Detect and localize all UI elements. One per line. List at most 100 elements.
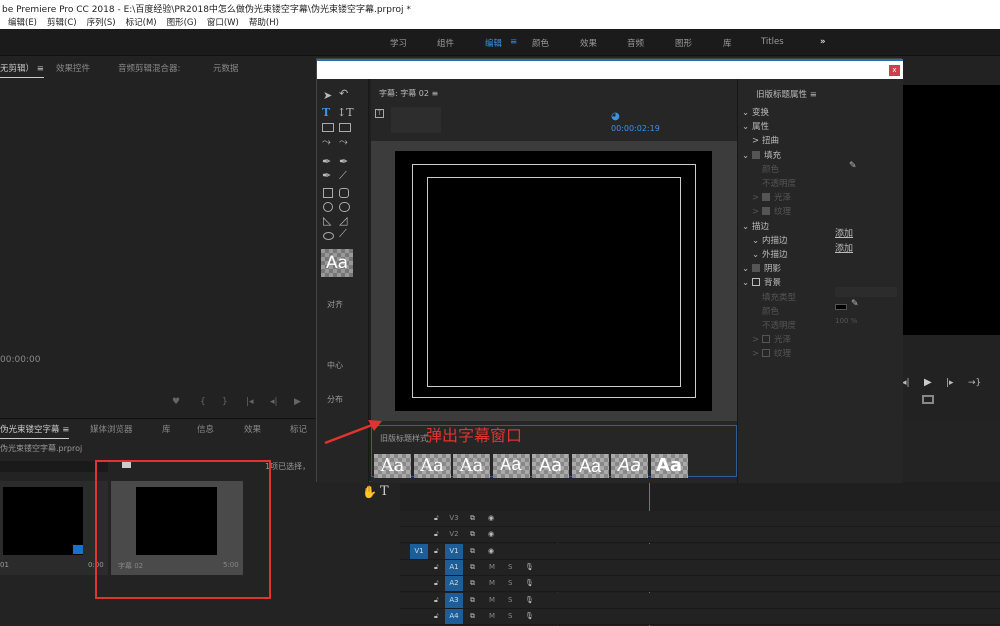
workspace-editing[interactable]: 编辑 [485,37,502,49]
area-type-tool-icon[interactable] [322,123,334,132]
menu-edit[interactable]: 编辑(E) [8,16,37,29]
show-background-video-icon[interactable]: ◕ [611,111,620,122]
tab-project[interactable]: 伪光束镂空字幕 ≡ [0,423,70,439]
solo-button[interactable]: S [508,579,512,587]
export-frame-icon[interactable] [922,395,934,404]
eyedropper-icon[interactable]: ✎ [849,161,857,171]
property-row[interactable]: 颜色 [752,305,779,317]
mute-button[interactable]: M [489,596,495,604]
microphone-icon[interactable]: 🎙︎ [525,596,534,604]
property-row[interactable]: ⌄ 变换 [742,106,769,118]
mute-button[interactable]: M [489,612,495,620]
property-row[interactable]: 不透明度 [752,177,796,189]
outer-stroke-add-link[interactable]: 添加 [835,241,853,254]
sync-lock-icon[interactable]: ⧉ [470,579,475,588]
track-label[interactable]: A4 [445,608,463,624]
property-row[interactable]: ⌄ 属性 [742,120,769,132]
track-label[interactable]: V2 [445,530,463,538]
timeline-track[interactable]: 🔓︎ V3 ⧉ ◉ [400,511,1000,527]
timeline-track[interactable]: 🔓︎ A1 ⧉ M S 🎙︎ [400,559,1000,576]
workspace-color[interactable]: 颜色 [532,37,549,49]
dialog-titlebar[interactable]: x [317,59,903,79]
vertical-type-tool-icon[interactable]: ↕T [337,106,354,119]
style-swatch[interactable]: Aa [492,454,530,478]
menu-marker[interactable]: 标记(M) [126,16,157,29]
tab-media-browser[interactable]: 媒体浏览器 [90,423,133,435]
property-row[interactable]: > 纹理 [752,347,791,359]
pen-tool-icon[interactable]: ✒ [322,155,331,168]
workspace-menu-icon[interactable]: ≡ [510,37,517,47]
property-row[interactable]: ⌄ 背景 [742,276,781,288]
background-opacity-value[interactable]: 100 % [835,317,857,325]
new-title-icon[interactable]: T [375,109,384,118]
tab-libraries[interactable]: 库 [162,423,171,435]
fill-type-select[interactable] [835,287,897,297]
microphone-icon[interactable]: 🎙︎ [525,612,534,620]
marker-icon[interactable]: ♥ [172,397,180,407]
property-row[interactable]: ⌄ 内描边 [752,234,788,246]
property-row[interactable]: 填充类型 [752,291,796,303]
lock-icon[interactable]: 🔓︎ [434,547,439,556]
style-swatch[interactable]: Aa [532,454,569,478]
property-row[interactable]: ⌄ 填充 [742,149,781,161]
lock-icon[interactable]: 🔓︎ [434,514,439,523]
source-patch[interactable]: V1 [410,543,428,559]
timeline-track[interactable]: V1 🔓︎ V1 ⧉ ◉ [400,543,1000,560]
play-icon[interactable]: ▶ [294,397,301,407]
workspace-more-icon[interactable]: » [820,37,826,47]
workspace-learn[interactable]: 学习 [390,37,407,49]
workspace-assembly[interactable]: 组件 [437,37,454,49]
property-row[interactable]: > 光泽 [752,333,791,345]
workspace-audio[interactable]: 音频 [627,37,644,49]
style-swatch[interactable]: Aa [611,454,648,478]
ellipse-tool-icon[interactable] [323,232,334,240]
workspace-titles[interactable]: Titles [761,37,784,47]
lock-icon[interactable]: 🔓︎ [434,530,439,539]
background-color-swatch[interactable] [835,304,847,310]
track-label[interactable]: A2 [445,576,463,592]
eye-icon[interactable]: ◉ [488,514,494,522]
sync-lock-icon[interactable]: ⧉ [470,612,475,621]
solo-button[interactable]: S [508,612,512,620]
property-row[interactable]: > 扭曲 [752,134,779,146]
track-label[interactable]: V1 [445,543,463,559]
sync-lock-icon[interactable]: ⧉ [470,514,475,523]
tab-info[interactable]: 信息 [197,423,214,435]
go-to-in-icon[interactable]: |◂ [246,397,254,407]
menu-sequence[interactable]: 序列(S) [87,16,116,29]
titler-timecode[interactable]: 00:00:02:19 [611,124,660,133]
property-row[interactable]: > 光泽 [752,191,791,203]
microphone-icon[interactable]: 🎙︎ [525,563,534,571]
timeline-track[interactable]: 🔓︎ A2 ⧉ M S 🎙︎ [400,576,1000,593]
rounded-rectangle-tool-icon[interactable] [339,188,349,198]
workspace-effects[interactable]: 效果 [580,37,597,49]
sync-lock-icon[interactable]: ⧉ [470,596,475,605]
style-swatch[interactable]: Aa [453,454,490,478]
play-icon[interactable]: ▶ [924,377,932,388]
track-label[interactable]: A1 [445,559,463,575]
delete-anchor-tool-icon[interactable]: ✒ [339,155,348,168]
eye-icon[interactable]: ◉ [488,547,494,555]
line-tool-icon[interactable]: ⟋ [339,227,347,241]
vertical-path-type-tool-icon[interactable]: ⤳ [339,135,348,149]
mute-button[interactable]: M [489,563,495,571]
lock-icon[interactable]: 🔓︎ [434,612,439,621]
type-tool-icon[interactable]: T [380,484,389,499]
selection-tool-icon[interactable]: ➤ [323,89,332,102]
clipped-rectangle-tool-icon[interactable] [323,202,333,212]
property-row[interactable]: 颜色 [752,163,779,175]
project-search-input[interactable] [0,461,108,472]
solo-button[interactable]: S [508,563,512,571]
font-family-select[interactable] [391,107,441,133]
step-back-icon[interactable]: ◂| [270,397,278,407]
mark-out-icon[interactable]: } [222,397,228,407]
insert-icon[interactable]: →} [968,378,981,388]
workspace-libraries[interactable]: 库 [723,37,732,49]
tab-metadata[interactable]: 元数据 [213,62,239,74]
tab-markers[interactable]: 标记 [290,423,307,435]
rectangle-tool-icon[interactable] [323,188,333,198]
style-swatch[interactable]: Aa [374,454,411,478]
property-row[interactable]: 不透明度 [752,319,796,331]
close-button[interactable]: x [889,65,900,76]
style-swatch[interactable]: Aa [650,454,688,478]
